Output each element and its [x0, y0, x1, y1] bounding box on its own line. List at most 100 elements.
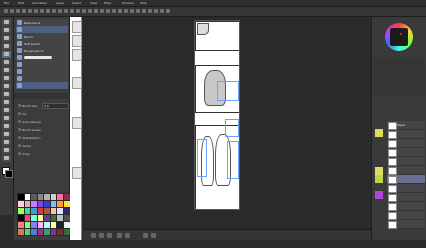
rotate-left-button[interactable]	[117, 233, 122, 238]
property-value[interactable]: 3.0	[42, 103, 69, 109]
layer-row[interactable]	[387, 175, 425, 184]
property-checkbox[interactable]	[18, 104, 21, 107]
layer-row[interactable]	[387, 211, 425, 220]
property-checkbox[interactable]	[18, 144, 21, 147]
tool-property-row[interactable]: Anti-aliasing	[18, 119, 68, 124]
command-button[interactable]	[112, 9, 116, 13]
tool-button[interactable]	[2, 51, 11, 58]
tool-property-row[interactable]: Vector	[18, 143, 68, 148]
tool-button[interactable]	[2, 147, 11, 154]
tool-property-row[interactable]: Stabilization	[18, 135, 68, 140]
command-button[interactable]	[40, 9, 44, 13]
zoom-out-button[interactable]	[91, 233, 96, 238]
page-thumbnail[interactable]	[72, 77, 82, 89]
tool-button[interactable]	[2, 155, 11, 162]
property-checkbox[interactable]	[18, 128, 21, 131]
command-button[interactable]	[106, 9, 110, 13]
command-button[interactable]	[88, 9, 92, 13]
menu-item[interactable]: Animation	[32, 1, 47, 5]
command-button[interactable]	[124, 9, 128, 13]
fit-button[interactable]	[107, 233, 112, 238]
command-button[interactable]	[94, 9, 98, 13]
tool-button[interactable]	[2, 59, 11, 66]
command-button[interactable]	[130, 9, 134, 13]
menu-item[interactable]: Help	[140, 1, 147, 5]
menu-item[interactable]: View	[90, 1, 97, 5]
rotate-right-button[interactable]	[125, 233, 130, 238]
menu-item[interactable]: Window	[122, 1, 134, 5]
tool-button[interactable]	[2, 107, 11, 114]
command-button[interactable]	[34, 9, 38, 13]
tool-button[interactable]	[2, 35, 11, 42]
zoom-in-button[interactable]	[99, 233, 104, 238]
command-button[interactable]	[118, 9, 122, 13]
page-thumbnail[interactable]	[72, 21, 82, 33]
tool-button[interactable]	[2, 115, 11, 122]
tool-property-row[interactable]: Brush size 3.0	[18, 103, 69, 109]
layer-row[interactable]: Paper	[387, 121, 425, 130]
command-button[interactable]	[10, 9, 14, 13]
menu-item[interactable]: Select	[72, 1, 81, 5]
command-button[interactable]	[100, 9, 104, 13]
tool-button[interactable]	[2, 27, 11, 34]
command-button[interactable]	[70, 9, 74, 13]
tool-button[interactable]	[2, 123, 11, 130]
layer-row[interactable]	[387, 157, 425, 166]
command-button[interactable]	[166, 9, 170, 13]
command-button[interactable]	[22, 9, 26, 13]
command-button[interactable]	[154, 9, 158, 13]
tool-button[interactable]	[2, 67, 11, 74]
color-square[interactable]	[390, 28, 408, 46]
color-picker-cursor[interactable]	[400, 33, 402, 35]
layer-row[interactable]	[387, 184, 425, 193]
tool-button[interactable]	[2, 43, 11, 50]
tool-button[interactable]	[2, 131, 11, 138]
layer-row[interactable]	[387, 148, 425, 157]
layer-row[interactable]	[387, 202, 425, 211]
page-thumbnail[interactable]	[72, 167, 82, 179]
tool-button[interactable]	[2, 91, 11, 98]
command-button[interactable]	[46, 9, 50, 13]
layer-row[interactable]	[387, 139, 425, 148]
command-button[interactable]	[58, 9, 62, 13]
layer-row[interactable]	[387, 130, 425, 139]
property-checkbox[interactable]	[18, 112, 21, 115]
tool-button[interactable]	[2, 83, 11, 90]
sub-color-swatch[interactable]	[5, 170, 13, 178]
command-button[interactable]	[160, 9, 164, 13]
layer-row[interactable]	[387, 166, 425, 175]
menu-item[interactable]: Edit	[18, 1, 24, 5]
command-button[interactable]	[142, 9, 146, 13]
menu-item[interactable]: File	[4, 1, 9, 5]
tool-property-row[interactable]: Ink	[18, 111, 68, 116]
command-button[interactable]	[148, 9, 152, 13]
page-thumbnail[interactable]	[72, 49, 82, 61]
manga-page[interactable]	[194, 20, 240, 210]
property-checkbox[interactable]	[18, 152, 21, 155]
tool-property-row[interactable]: Snap	[18, 151, 68, 156]
command-button[interactable]	[4, 9, 8, 13]
command-button[interactable]	[76, 9, 80, 13]
property-checkbox[interactable]	[18, 136, 21, 139]
property-checkbox[interactable]	[18, 120, 21, 123]
tool-button[interactable]	[2, 99, 11, 106]
command-button[interactable]	[52, 9, 56, 13]
undo-button[interactable]	[143, 233, 148, 238]
color-wheel[interactable]	[385, 23, 413, 51]
redo-button[interactable]	[151, 233, 156, 238]
page-thumbnail[interactable]	[72, 35, 82, 47]
tool-button[interactable]	[2, 139, 11, 146]
command-button[interactable]	[16, 9, 20, 13]
tool-property-row[interactable]: Brush shape	[18, 127, 68, 132]
layer-row[interactable]	[387, 220, 425, 229]
tool-button[interactable]	[2, 19, 11, 26]
command-button[interactable]	[64, 9, 68, 13]
layer-row[interactable]	[387, 193, 425, 202]
subtool-item[interactable]	[16, 82, 68, 90]
menu-item[interactable]: Layer	[56, 1, 64, 5]
command-button[interactable]	[28, 9, 32, 13]
command-button[interactable]	[136, 9, 140, 13]
page-thumbnail[interactable]	[72, 117, 82, 129]
command-button[interactable]	[82, 9, 86, 13]
tool-button[interactable]	[2, 75, 11, 82]
